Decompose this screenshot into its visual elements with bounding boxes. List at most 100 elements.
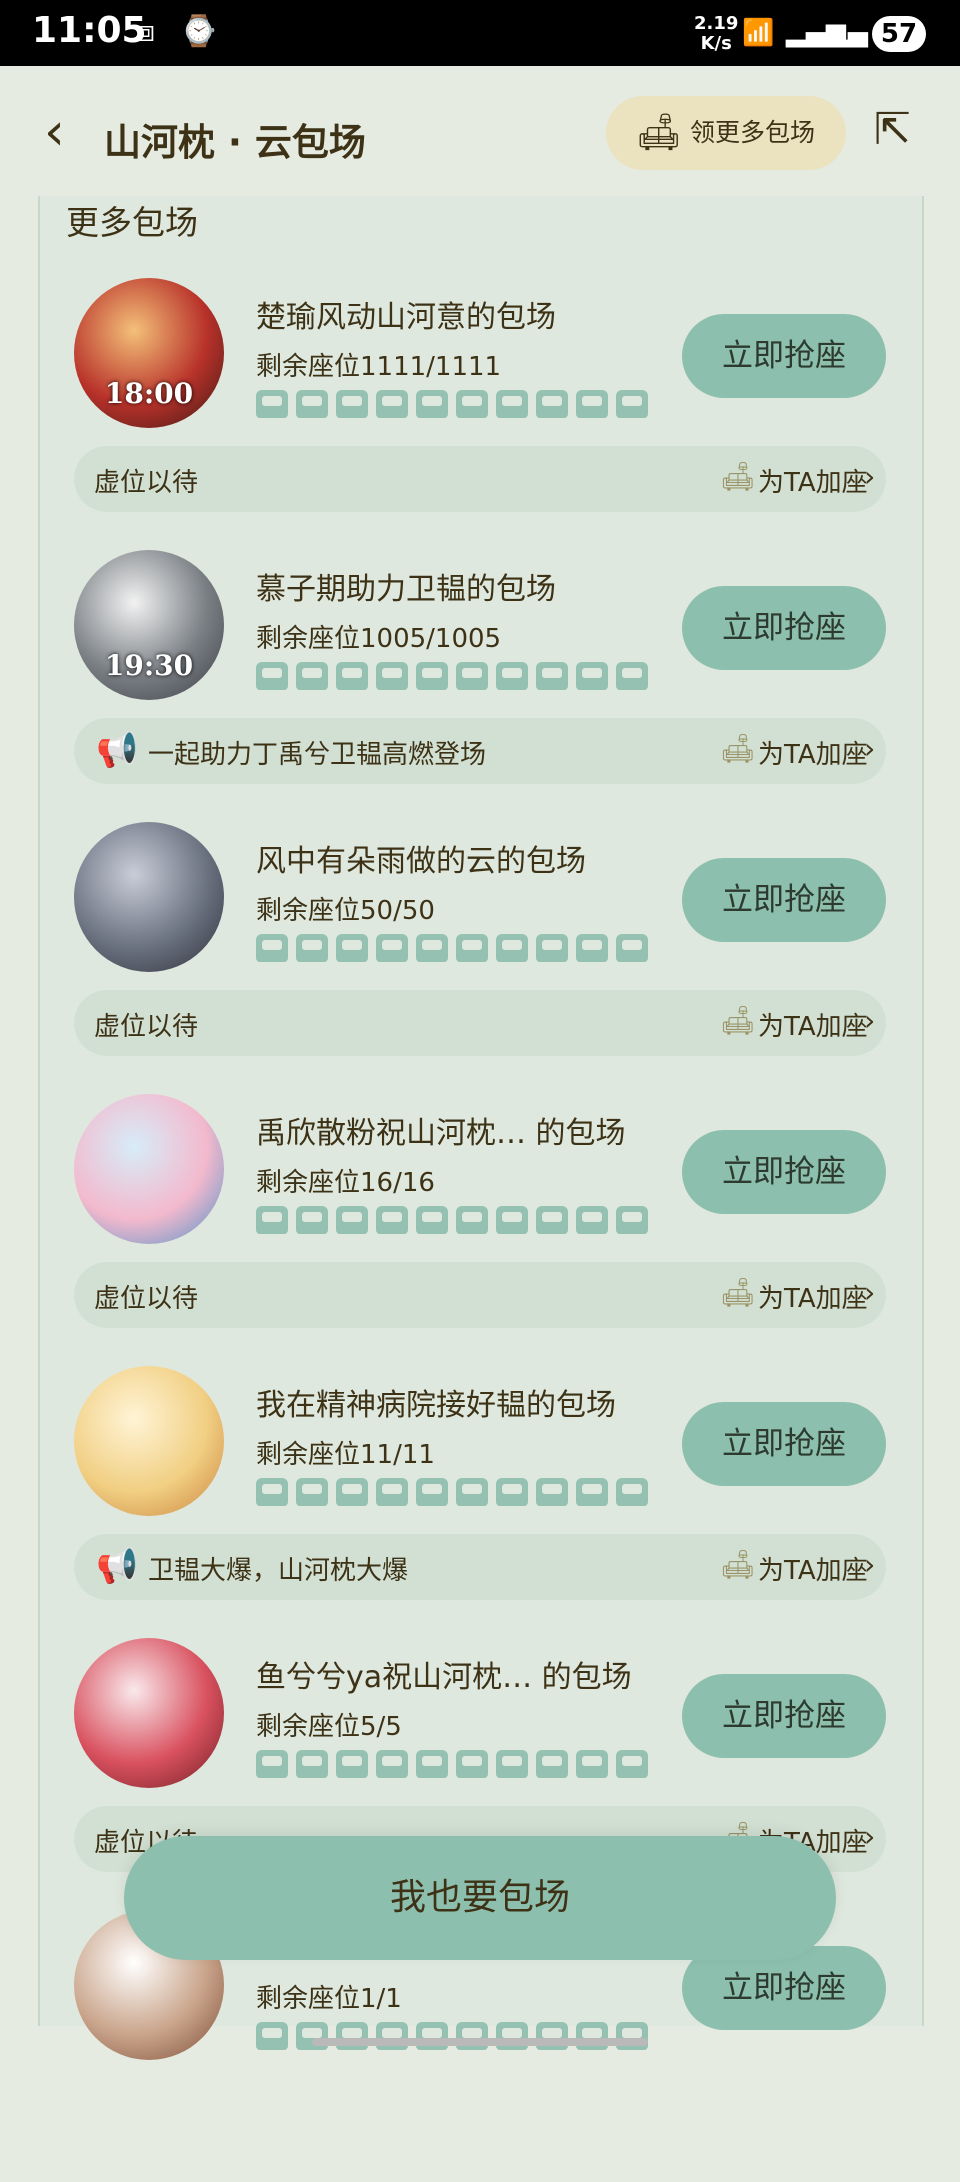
seat-icon	[536, 934, 568, 962]
seat-icon	[616, 1206, 648, 1234]
screening-avatar[interactable]: 19:30	[74, 550, 224, 700]
remaining-seats: 剩余座位1005/1005	[256, 624, 502, 654]
sofa-icon: 🛋	[720, 1276, 756, 1309]
seat-icon	[496, 934, 528, 962]
remaining-seats: 剩余座位5/5	[256, 1712, 402, 1742]
screening-title: 慕子期助力卫韫的包场	[256, 572, 556, 607]
seat-icon	[576, 1478, 608, 1506]
signal-4g-icon: ▂▄	[828, 18, 868, 48]
seat-icon	[456, 1750, 488, 1778]
sofa-icon: 🛋	[720, 732, 756, 765]
section-title: 更多包场	[66, 203, 198, 242]
network-speed-unit: K/s	[700, 33, 732, 54]
network-speed: 2.19 K/s	[694, 14, 738, 54]
add-seat-label: 为TA加座	[758, 1556, 868, 1586]
get-more-label: 领更多包场	[690, 118, 816, 147]
seat-icon	[576, 934, 608, 962]
screening-avatar[interactable]	[74, 1366, 224, 1516]
screening-title: 我在精神病院接好韫的包场	[256, 1388, 616, 1423]
screening-avatar[interactable]	[74, 1094, 224, 1244]
battery-indicator: 57	[872, 16, 926, 52]
megaphone-icon: 📢	[96, 730, 139, 770]
home-indicator	[312, 2038, 648, 2046]
get-more-button[interactable]: 🛋 领更多包场	[606, 96, 846, 170]
grab-seat-button[interactable]: 立即抢座	[682, 586, 886, 670]
chevron-right-icon: ›	[864, 1820, 876, 1853]
seat-icon	[456, 662, 488, 690]
seat-icon	[296, 390, 328, 418]
screening-avatar[interactable]	[74, 1638, 224, 1788]
back-icon[interactable]: ‹	[44, 106, 65, 158]
seat-icon	[496, 1206, 528, 1234]
seat-icon	[616, 390, 648, 418]
seat-icon	[416, 1750, 448, 1778]
note-bar[interactable]: 虚位以待 🛋为TA加座›	[74, 1262, 886, 1328]
chevron-right-icon: ›	[864, 1276, 876, 1309]
seat-icon	[256, 1478, 288, 1506]
note-bar[interactable]: 📢 一起助力丁禹兮卫韫高燃登场 🛋 为TA加座 ›	[74, 718, 886, 784]
grab-seat-button[interactable]: 立即抢座	[682, 314, 886, 398]
note-text: 一起助力丁禹兮卫韫高燃登场	[148, 740, 487, 770]
page-title: 山河枕 · 云包场	[104, 121, 366, 164]
note-bar[interactable]: 虚位以待 🛋为TA加座›	[74, 990, 886, 1056]
grab-seat-button[interactable]: 立即抢座	[682, 1674, 886, 1758]
seat-icon	[376, 390, 408, 418]
network-speed-value: 2.19	[694, 13, 739, 34]
status-bar: 11:05 ⧈ ⌚ 2.19 K/s 📶 ▂▄▆ ▂▄ 57	[0, 0, 960, 66]
sofa-icon: 🛋	[720, 1004, 756, 1037]
create-screening-button[interactable]: 我也要包场	[124, 1836, 836, 1960]
seat-icon	[576, 390, 608, 418]
screening-item: 禹欣散粉祝山河枕… 的包场 剩余座位16/16 立即抢座 虚位以待 🛋 为TA加座 ›	[38, 1094, 920, 1366]
add-seat-label: 为TA加座	[758, 468, 868, 498]
sofa-icon: 🛋	[720, 1548, 756, 1581]
chevron-right-icon: ›	[864, 460, 876, 493]
seat-icon	[376, 662, 408, 690]
chevron-right-icon: ›	[864, 1548, 876, 1581]
seat-icon	[416, 1206, 448, 1234]
screening-title: 楚瑜风动山河意的包场	[256, 300, 556, 335]
grab-seat-button[interactable]: 立即抢座	[682, 1130, 886, 1214]
grab-seat-button[interactable]: 立即抢座	[682, 1402, 886, 1486]
screening-avatar[interactable]	[74, 822, 224, 972]
seat-icon	[576, 1750, 608, 1778]
share-icon[interactable]: ⇱	[874, 104, 911, 155]
seat-icon	[256, 2022, 288, 2050]
note-bar[interactable]: 虚位以待 🛋为TA加座›	[74, 446, 886, 512]
screening-item: 风中有朵雨做的云的包场 剩余座位50/50 立即抢座 虚位以待 🛋 为TA加座 ›	[38, 822, 920, 1094]
seat-icon	[416, 934, 448, 962]
screenshot-icon: ⧈	[136, 14, 156, 49]
seat-icon	[376, 1750, 408, 1778]
screening-avatar[interactable]: 18:00	[74, 278, 224, 428]
note-bar[interactable]: 📢 卫韫大爆，山河枕大爆 🛋 为TA加座 ›	[74, 1534, 886, 1600]
status-time: 11:05	[32, 10, 147, 51]
screening-item: 我在精神病院接好韫的包场剩余座位11/11 立即抢座 📢 卫韫大爆，山河枕大爆 🛋 为TA…	[38, 1366, 920, 1638]
chevron-right-icon: ›	[864, 1004, 876, 1037]
seat-icon	[336, 662, 368, 690]
seat-icon	[336, 1750, 368, 1778]
seat-icon	[616, 662, 648, 690]
seat-icon	[536, 662, 568, 690]
seat-icon	[336, 1206, 368, 1234]
seat-icon	[536, 1478, 568, 1506]
seat-icon	[456, 1478, 488, 1506]
seat-icon	[496, 662, 528, 690]
seat-icon	[616, 1478, 648, 1506]
seat-icon	[416, 1478, 448, 1506]
screening-title: 鱼兮兮ya祝山河枕… 的包场	[256, 1660, 632, 1695]
note-text: 虚位以待	[94, 1012, 199, 1042]
grab-seat-button[interactable]: 立即抢座	[682, 858, 886, 942]
seat-icon	[536, 1206, 568, 1234]
screening-item: 18:00 楚瑜风动山河意的包场 剩余座位1111/1111 立即抢座 虚位以待 🛋 为TA…	[38, 278, 920, 550]
seat-icon	[376, 1478, 408, 1506]
seat-icon	[456, 390, 488, 418]
seat-icon	[336, 390, 368, 418]
remaining-seats: 剩余座位11/11	[256, 1440, 435, 1470]
seat-icon	[456, 1206, 488, 1234]
add-seat-label: 为TA加座	[758, 1284, 868, 1314]
seat-icon	[456, 934, 488, 962]
avatar-time: 18:00	[104, 377, 194, 410]
screening-title: 风中有朵雨做的云的包场	[256, 844, 586, 879]
remaining-seats: 剩余座位1/1	[256, 1984, 402, 2014]
remaining-seats: 剩余座位16/16	[256, 1168, 435, 1198]
seat-icon	[616, 934, 648, 962]
